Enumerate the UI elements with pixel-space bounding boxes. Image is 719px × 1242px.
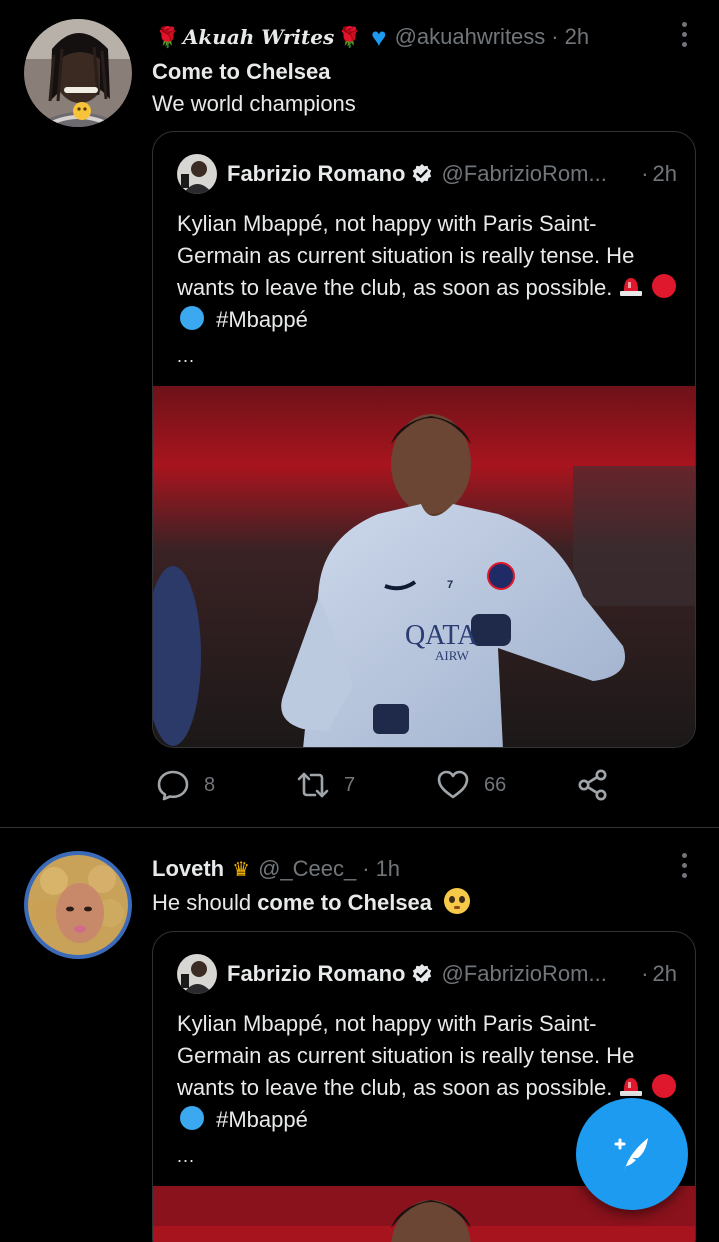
quoted-tweet-header: Fabrizio Romano @FabrizioRom... · 2h [177, 954, 677, 994]
more-icon[interactable] [681, 22, 687, 47]
quoted-avatar [177, 954, 217, 994]
timestamp[interactable]: 2h [565, 24, 589, 50]
separator-dot: · [641, 961, 649, 986]
quoted-timestamp: 2h [652, 961, 677, 986]
heart-icon [437, 770, 469, 799]
player-photo: 7 QATA AIRW [153, 386, 695, 747]
timestamp[interactable]: 1h [376, 856, 400, 882]
verified-badge-icon [413, 964, 432, 983]
truncation-ellipsis: ... [177, 346, 196, 366]
display-name[interactable]: Akuah Writes [183, 25, 334, 49]
separator-dot: · [362, 856, 370, 881]
avatar[interactable] [24, 851, 132, 959]
reply-count: 8 [204, 773, 216, 796]
quoted-tweet-header: Fabrizio Romano @FabrizioRom... · 2h [177, 154, 677, 194]
police-light-emoji-icon [619, 1078, 642, 1096]
tweet-text-bold: come to Chelsea [257, 890, 433, 915]
compose-tweet-icon [614, 1138, 648, 1172]
tweet-text-plain: He should [152, 890, 258, 915]
quoted-timestamp: 2h [652, 161, 677, 186]
tweet-actions: 8 7 66 [152, 768, 619, 808]
quoted-display-name: Fabrizio Romano [227, 161, 406, 186]
tweet-text-line: Come to Chelsea [152, 59, 331, 84]
like-count: 66 [484, 773, 507, 796]
rose-emoji-icon: 🌹 [337, 26, 363, 49]
quoted-display-name: Fabrizio Romano [227, 961, 406, 986]
tweet-header: 🌹 Akuah Writes 🌹 ♥ @akuahwritess · 2h [152, 22, 659, 52]
avatar-image [24, 19, 132, 127]
retweet-icon [297, 772, 329, 798]
hashtag[interactable]: #Mbappé [216, 1107, 308, 1132]
quoted-tweet-text: Kylian Mbappé, not happy with Paris Sain… [177, 208, 677, 336]
hashtag[interactable]: #Mbappé [216, 307, 308, 332]
blue-heart-emoji-icon: ♥ [371, 21, 387, 52]
tweet-text-line: We world champions [152, 91, 356, 116]
rose-emoji-icon: 🌹 [155, 26, 180, 49]
retweet-count: 7 [344, 773, 356, 796]
share-button[interactable] [576, 768, 610, 802]
reply-icon [157, 770, 189, 801]
quoted-tweet-image[interactable]: 7 QATA AIRW [153, 386, 695, 747]
more-icon[interactable] [681, 853, 687, 878]
quoted-handle: @FabrizioRom... [441, 961, 607, 986]
reply-button[interactable]: 8 [156, 768, 215, 802]
compose-tweet-button[interactable] [576, 1098, 688, 1210]
separator-dot: · [641, 161, 649, 186]
red-circle-emoji-icon [651, 274, 676, 298]
quoted-handle: @FabrizioRom... [441, 161, 607, 186]
avatar[interactable] [24, 19, 132, 127]
blue-circle-emoji-icon [180, 306, 204, 330]
quoted-avatar [177, 154, 217, 194]
shirt-sponsor-sub: AIRW [435, 648, 470, 663]
tweet-header: Loveth ♛ @_Ceec_ · 1h [152, 854, 659, 884]
handle[interactable]: @_Ceec_ [258, 856, 356, 882]
display-name[interactable]: Loveth [152, 856, 224, 882]
handle[interactable]: @akuahwritess [395, 24, 546, 50]
like-button[interactable]: 66 [436, 768, 506, 802]
shirt-number: 7 [447, 579, 453, 591]
separator-dot: · [551, 24, 559, 49]
blue-circle-emoji-icon [180, 1106, 204, 1130]
truncation-ellipsis: ... [177, 1146, 196, 1166]
quoted-text-body: Kylian Mbappé, not happy with Paris Sain… [177, 1011, 635, 1100]
pleading-face-emoji-icon [444, 888, 471, 914]
avatar-image [24, 851, 132, 959]
tweet-text: He should come to Chelsea [152, 887, 689, 919]
tweet[interactable]: 🌹 Akuah Writes 🌹 ♥ @akuahwritess · 2h Co… [0, 0, 719, 828]
crown-emoji-icon: ♛ [232, 858, 251, 881]
shirt-sponsor: QATA [405, 620, 478, 651]
red-circle-emoji-icon [651, 1074, 676, 1098]
share-icon [578, 769, 607, 801]
retweet-button[interactable]: 7 [296, 768, 355, 802]
quoted-text-body: Kylian Mbappé, not happy with Paris Sain… [177, 211, 635, 300]
police-light-emoji-icon [619, 278, 642, 296]
quoted-tweet[interactable]: Fabrizio Romano @FabrizioRom... · 2h Kyl… [152, 131, 696, 748]
verified-badge-icon [413, 164, 432, 183]
